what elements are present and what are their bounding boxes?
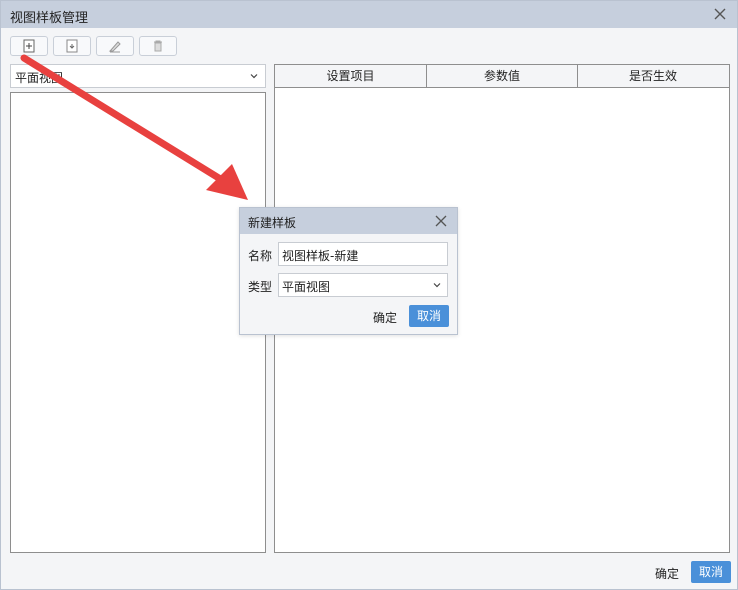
new-template-button[interactable]	[10, 36, 48, 56]
edit-icon	[108, 41, 121, 53]
window-title: 视图样板管理	[10, 11, 89, 26]
name-input[interactable]: 视图样板-新建	[278, 242, 448, 266]
dialog-close-icon[interactable]	[433, 213, 449, 229]
name-input-value: 视图样板-新建	[282, 249, 359, 263]
edit-template-button[interactable]	[96, 36, 134, 56]
name-label: 名称	[248, 249, 273, 263]
type-label: 类型	[248, 280, 273, 294]
type-chevron-down-icon	[433, 283, 441, 288]
type-select[interactable]: 平面视图	[278, 273, 448, 297]
chevron-down-icon	[250, 74, 258, 79]
delete-template-button[interactable]	[139, 36, 177, 56]
cancel-button[interactable]: 取消	[691, 561, 731, 583]
import-icon	[66, 39, 78, 53]
type-select-value: 平面视图	[282, 280, 331, 294]
dialog-ok-button[interactable]: 确定	[373, 309, 397, 326]
grid-column-setting-item[interactable]: 设置项目	[275, 65, 427, 87]
template-list[interactable]	[10, 92, 266, 553]
window-titlebar: 视图样板管理	[1, 1, 737, 28]
dialog-title: 新建样板	[248, 216, 297, 230]
dialog-cancel-button[interactable]: 取消	[409, 305, 449, 327]
view-type-value: 平面视图	[15, 71, 64, 85]
grid-column-enabled[interactable]: 是否生效	[578, 65, 728, 87]
new-icon	[23, 39, 35, 53]
ok-button[interactable]: 确定	[655, 565, 679, 582]
dialog-titlebar: 新建样板	[240, 208, 457, 234]
grid-header: 设置项目 参数值 是否生效	[275, 65, 729, 88]
new-template-dialog: 新建样板 名称 视图样板-新建 类型 平面视图 确定 取消	[239, 207, 458, 335]
import-template-button[interactable]	[53, 36, 91, 56]
view-type-select[interactable]: 平面视图	[10, 64, 266, 88]
grid-column-parameter-value[interactable]: 参数值	[427, 65, 578, 87]
delete-icon	[154, 40, 162, 52]
close-icon[interactable]	[711, 5, 729, 23]
